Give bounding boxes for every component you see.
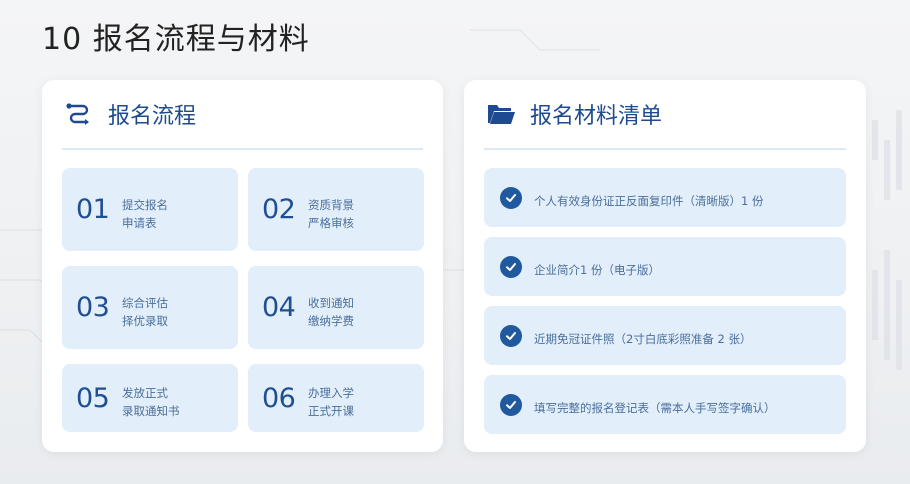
process-card: 报名流程 01 提交报名 申请表 02 资质背景 严格审核 03 综合评估 择优… xyxy=(42,80,443,452)
step-line: 申请表 xyxy=(122,215,157,230)
step-description: 发放正式 录取通知书 xyxy=(122,376,180,420)
step-description: 提交报名 申请表 xyxy=(122,188,168,232)
step-card: 02 资质背景 严格审核 xyxy=(248,168,424,251)
step-number: 05 xyxy=(76,382,110,414)
material-text: 填写完整的报名登记表（需本人手写签字确认） xyxy=(534,400,776,415)
step-number: 06 xyxy=(262,382,296,414)
step-line: 录取通知书 xyxy=(122,404,180,418)
materials-card-header: 报名材料清单 xyxy=(484,80,846,150)
step-line: 资质背景 xyxy=(308,197,354,212)
step-description: 综合评估 择优录取 xyxy=(122,286,168,330)
check-circle-icon xyxy=(500,255,522,278)
process-card-header: 报名流程 xyxy=(62,80,423,150)
check-circle-icon xyxy=(500,186,522,209)
step-card: 01 提交报名 申请表 xyxy=(62,168,238,251)
step-description: 办理入学 正式开课 xyxy=(308,376,354,420)
material-text: 企业简介1 份（电子版） xyxy=(534,262,660,277)
step-line: 正式开课 xyxy=(308,404,354,418)
material-item: 个人有效身份证正反面复印件（清晰版）1 份 xyxy=(484,168,846,227)
step-number: 01 xyxy=(76,194,110,225)
material-text: 近期免冠证件照（2寸白底彩照准备 2 张） xyxy=(534,331,752,346)
step-line: 严格审核 xyxy=(308,215,354,230)
step-line: 收到通知 xyxy=(308,295,354,310)
step-line: 办理入学 xyxy=(308,386,354,400)
step-line: 择优录取 xyxy=(122,313,168,328)
step-card: 03 综合评估 择优录取 xyxy=(62,266,238,349)
step-line: 综合评估 xyxy=(122,295,168,310)
material-item: 近期免冠证件照（2寸白底彩照准备 2 张） xyxy=(484,306,846,365)
flow-route-icon xyxy=(64,99,94,129)
check-circle-icon xyxy=(500,324,522,347)
page-title: 10 报名流程与材料 xyxy=(42,22,310,57)
step-description: 收到通知 缴纳学费 xyxy=(308,286,354,330)
materials-card: 报名材料清单 个人有效身份证正反面复印件（清晰版）1 份 企业简介1 份（电子版… xyxy=(464,80,866,452)
step-number: 04 xyxy=(262,292,296,323)
step-line: 缴纳学费 xyxy=(308,313,354,328)
step-line: 发放正式 xyxy=(122,386,168,400)
step-card: 05 发放正式 录取通知书 xyxy=(62,364,238,432)
material-item: 填写完整的报名登记表（需本人手写签字确认） xyxy=(484,375,846,434)
check-circle-icon xyxy=(500,393,522,416)
process-heading: 报名流程 xyxy=(108,104,197,129)
step-number: 02 xyxy=(262,194,296,225)
folder-open-icon xyxy=(486,99,516,129)
step-number: 03 xyxy=(76,292,110,323)
step-card: 06 办理入学 正式开课 xyxy=(248,364,424,432)
material-item: 企业简介1 份（电子版） xyxy=(484,237,846,296)
material-text: 个人有效身份证正反面复印件（清晰版）1 份 xyxy=(534,193,764,208)
step-description: 资质背景 严格审核 xyxy=(308,188,354,232)
step-line: 提交报名 xyxy=(122,197,168,212)
materials-heading: 报名材料清单 xyxy=(530,104,663,129)
step-card: 04 收到通知 缴纳学费 xyxy=(248,266,424,349)
